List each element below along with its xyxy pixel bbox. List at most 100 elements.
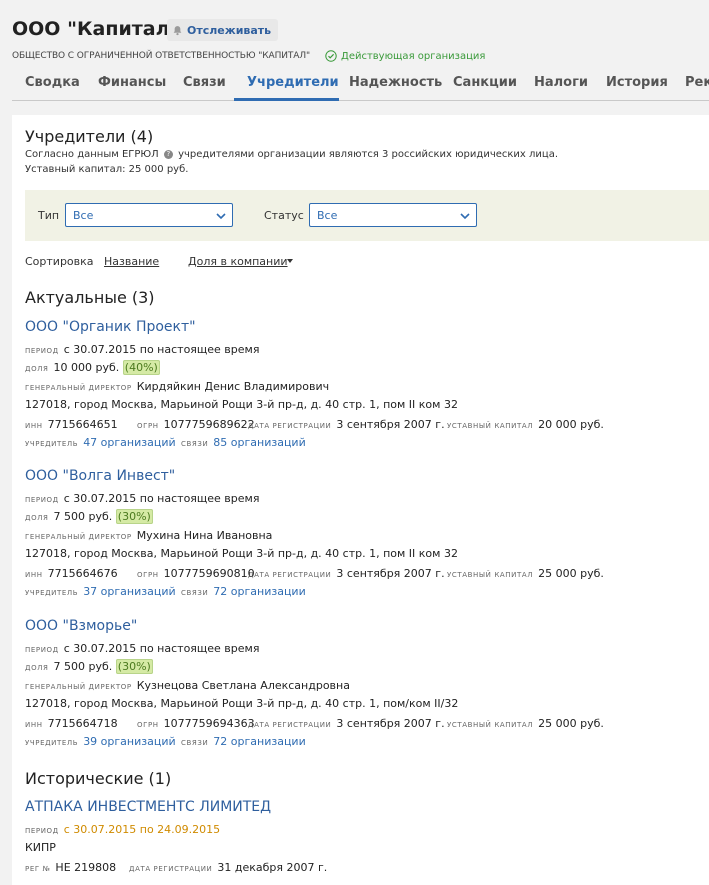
period-value: с 30.07.2015 по настоящее время: [63, 343, 260, 356]
registry-row: инн 7715664651: [25, 418, 118, 431]
tab-bar: Сводка Финансы Связи Учредители Надежнос…: [12, 66, 709, 101]
share-row: доля 7 500 руб. (30%): [25, 509, 153, 524]
section-description-end: учредителями организации являются 3 росс…: [178, 149, 559, 160]
status-filter-select[interactable]: Все: [309, 203, 477, 227]
reg-date-label: дата регистрации: [248, 721, 332, 729]
share-label: доля: [25, 514, 49, 522]
tab-summary[interactable]: Сводка: [25, 75, 80, 90]
period-row: период с 30.07.2015 по настоящее время: [25, 492, 259, 505]
director-name: Кирдяйкин Денис Владимирович: [136, 380, 330, 393]
tab-history[interactable]: История: [606, 75, 668, 90]
links-field: связи 72 организации: [181, 735, 306, 748]
tab-reliability[interactable]: Надежность: [349, 75, 442, 90]
period-label: период: [25, 827, 59, 835]
period-label: период: [25, 496, 59, 504]
director-name: Мухина Нина Ивановна: [136, 529, 273, 542]
chevron-down-icon: [216, 213, 226, 220]
reg-date-field: дата регистрации 3 сентября 2007 г.: [248, 567, 445, 580]
share-percent-badge: (30%): [115, 659, 153, 674]
inn-value: 7715664651: [47, 418, 118, 431]
ogrn-field: огрн 1077759690810: [137, 567, 255, 580]
capital-field: уставный капитал 20 000 руб.: [447, 418, 604, 431]
ogrn-label: огрн: [137, 721, 159, 729]
founder-name-link[interactable]: ООО "Волга Инвест": [25, 468, 175, 484]
founder-of-link[interactable]: 37 организаций: [83, 585, 175, 598]
inn-label: инн: [25, 721, 43, 729]
tab-finance[interactable]: Финансы: [98, 75, 166, 90]
company-title: ООО "Капитал": [12, 18, 180, 40]
director-row: генеральный директор Кирдяйкин Денис Влад…: [25, 380, 329, 393]
founder-of-link[interactable]: 47 организаций: [83, 436, 175, 449]
reg-no-value: НЕ 219808: [55, 861, 117, 874]
capital-value: 25 000 руб.: [538, 717, 604, 730]
historical-founder-item: АТПАКА ИНВЕСТМЕНТС ЛИМИТЕД период с 30.07…: [25, 799, 709, 879]
links-link[interactable]: 72 организации: [213, 735, 305, 748]
director-row: генеральный директор Кузнецова Светлана А…: [25, 679, 350, 692]
founder-name-link[interactable]: АТПАКА ИНВЕСТМЕНТС ЛИМИТЕД: [25, 799, 271, 815]
ogrn-value: 1077759694363: [163, 717, 255, 730]
ogrn-field: огрн 1077759689622: [137, 418, 255, 431]
share-percent-badge: (30%): [115, 509, 153, 524]
reg-date-value: 3 сентября 2007 г.: [336, 717, 445, 730]
founder-item: ООО "Взморье" период с 30.07.2015 по наст…: [25, 618, 709, 758]
period-row: период с 30.07.2015 по настоящее время: [25, 642, 259, 655]
chevron-down-icon: [460, 213, 470, 220]
founder-item: ООО "Органик Проект" период с 30.07.2015 …: [25, 319, 709, 459]
address: 127018, город Москва, Марьиной Рощи 3-й …: [25, 697, 459, 710]
director-label: генеральный директор: [25, 683, 132, 691]
period-value: с 30.07.2015 по 24.09.2015: [63, 823, 221, 836]
period-value: с 30.07.2015 по настоящее время: [63, 642, 260, 655]
historical-group-title: Исторические (1): [25, 769, 172, 788]
type-filter-select[interactable]: Все: [65, 203, 233, 227]
founder-name-link[interactable]: ООО "Взморье": [25, 618, 137, 634]
tab-more[interactable]: Рек: [685, 75, 709, 90]
director-label: генеральный директор: [25, 533, 132, 541]
capital-value: 25 000 руб.: [538, 567, 604, 580]
active-tab-indicator: [234, 98, 339, 101]
links-label: связи: [181, 739, 209, 747]
founder-of-label: учредитель: [25, 739, 79, 747]
reg-no-label: рег №: [25, 865, 51, 873]
registry-row: инн 7715664676: [25, 567, 118, 580]
period-label: период: [25, 347, 59, 355]
relations-row: учредитель 47 организаций: [25, 436, 176, 449]
company-header: ООО "Капитал" Отслеживать ОБЩЕСТВО С ОГР…: [0, 0, 709, 115]
tab-founders[interactable]: Учредители: [247, 75, 339, 90]
bell-icon: [173, 25, 182, 35]
share-amount: 10 000 руб.: [53, 361, 120, 374]
founder-item: ООО "Волга Инвест" период с 30.07.2015 по…: [25, 468, 709, 608]
section-description-start: Согласно данным ЕГРЮЛ: [25, 149, 159, 160]
links-field: связи 72 организации: [181, 585, 306, 598]
share-percent-badge: (40%): [122, 360, 160, 375]
status-badge: Действующая организация: [325, 50, 485, 62]
address: 127018, город Москва, Марьиной Рощи 3-й …: [25, 398, 458, 411]
sort-by-name[interactable]: Название: [104, 255, 159, 268]
capital-label: уставный капитал: [447, 721, 534, 729]
founder-name-link[interactable]: ООО "Органик Проект": [25, 319, 196, 335]
sort-by-share[interactable]: Доля в компании: [188, 255, 288, 268]
capital-label: уставный капитал: [447, 422, 534, 430]
capital-value: 20 000 руб.: [538, 418, 604, 431]
status-label: Действующая организация: [341, 50, 486, 62]
links-link[interactable]: 72 организации: [213, 585, 305, 598]
tab-links[interactable]: Связи: [183, 75, 226, 90]
inn-value: 7715664718: [47, 717, 118, 730]
tab-taxes[interactable]: Налоги: [534, 75, 588, 90]
tab-sanctions[interactable]: Санкции: [453, 75, 517, 90]
help-icon[interactable]: ?: [163, 150, 173, 159]
founder-of-label: учредитель: [25, 440, 79, 448]
share-row: доля 10 000 руб. (40%): [25, 360, 160, 375]
reg-date-value: 31 декабря 2007 г.: [217, 861, 328, 874]
founder-of-label: учредитель: [25, 589, 79, 597]
capital-label: уставный капитал: [447, 571, 534, 579]
period-row: период с 30.07.2015 по 24.09.2015: [25, 823, 220, 836]
links-link[interactable]: 85 организаций: [213, 436, 305, 449]
section-description: Согласно данным ЕГРЮЛ ? учредителями орг…: [25, 149, 558, 160]
share-amount: 7 500 руб.: [53, 510, 113, 523]
filter-panel: Тип Все Статус Все: [25, 190, 709, 241]
founder-of-link[interactable]: 39 организаций: [83, 735, 175, 748]
follow-button[interactable]: Отслеживать: [167, 19, 279, 41]
caret-down-icon[interactable]: [287, 259, 293, 263]
period-value: с 30.07.2015 по настоящее время: [63, 492, 260, 505]
ogrn-label: огрн: [137, 422, 159, 430]
